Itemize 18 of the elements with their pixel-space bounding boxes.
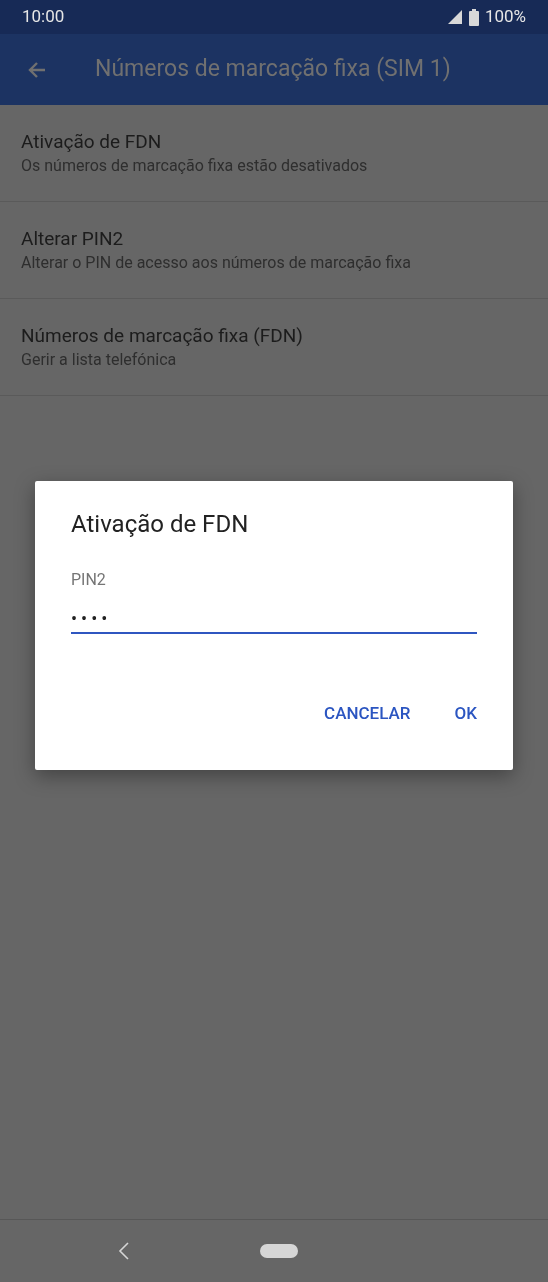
dialog-title: Ativação de FDN: [71, 509, 250, 540]
settings-item-subtitle: Os números de marcação fixa estão desativados: [21, 155, 369, 177]
pin-field[interactable]: ••••: [71, 604, 477, 634]
dialog-button[interactable]: CANCELAR: [316, 696, 419, 732]
settings-item-title: Ativação de FDN: [21, 129, 163, 155]
settings-item-title: Alterar PIN2: [21, 226, 125, 252]
chevron-left-icon: [118, 1241, 130, 1261]
settings-item-title: Números de marcação fixa (FDN): [21, 323, 304, 349]
status-time: 10:00: [22, 5, 65, 29]
home-button[interactable]: [260, 1244, 298, 1258]
battery-icon: [468, 8, 479, 26]
app-bar-title: Números de marcação fixa (SIM 1): [95, 54, 451, 85]
dialog-button[interactable]: OK: [446, 696, 485, 732]
field-label: PIN2: [71, 570, 107, 590]
settings-item-subtitle: Gerir a lista telefónica: [21, 349, 178, 371]
signal-icon: [446, 9, 463, 25]
settings-item-subtitle: Alterar o PIN de acesso aos números de marcação fixa: [21, 252, 412, 274]
battery-level: 100%: [484, 5, 526, 29]
